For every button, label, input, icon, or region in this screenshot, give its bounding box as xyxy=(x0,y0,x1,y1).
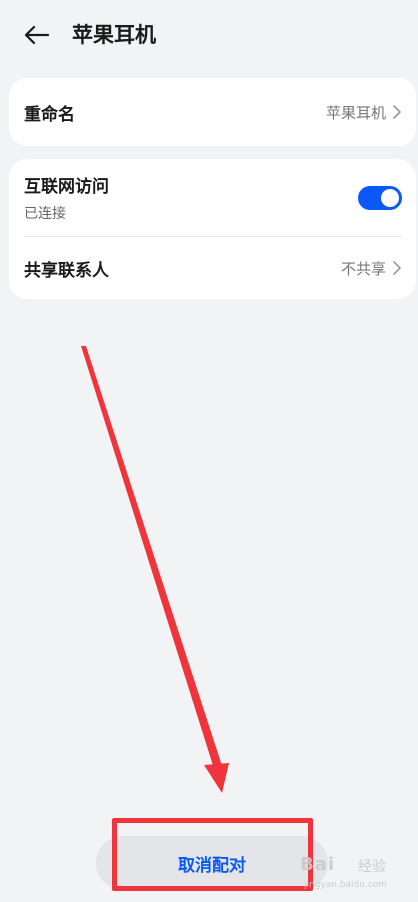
rename-value: 苹果耳机 xyxy=(325,103,386,122)
settings-card: 互联网访问 已连接 共享联系人 不共享 xyxy=(9,159,416,299)
internet-access-toggle[interactable] xyxy=(358,185,402,210)
share-contacts-row[interactable]: 共享联系人 不共享 xyxy=(9,237,416,299)
arrow-left-icon xyxy=(24,25,49,45)
rename-card: 重命名 苹果耳机 xyxy=(9,78,416,146)
unpair-button[interactable]: 取消配对 xyxy=(96,836,328,890)
rename-row[interactable]: 重命名 苹果耳机 xyxy=(9,78,416,146)
device-detail-page: 苹果耳机 重命名 苹果耳机 互联网访问 已连接 共享联系人 不共享 取消配对 B… xyxy=(0,0,418,902)
internet-access-row: 互联网访问 已连接 xyxy=(9,159,416,236)
toggle-knob xyxy=(381,188,399,207)
rename-value-group: 苹果耳机 xyxy=(326,102,402,123)
top-bar: 苹果耳机 xyxy=(0,0,418,70)
share-contacts-value-group: 不共享 xyxy=(341,258,402,279)
internet-access-label: 互联网访问 xyxy=(24,177,109,197)
arrow-shaft xyxy=(81,346,224,775)
chevron-right-icon xyxy=(393,261,401,275)
rename-label: 重命名 xyxy=(24,104,75,125)
back-button[interactable] xyxy=(18,18,54,52)
watermark-text: 经验 xyxy=(358,859,386,875)
page-title: 苹果耳机 xyxy=(72,23,156,47)
share-contacts-label: 共享联系人 xyxy=(24,260,109,281)
chevron-right-icon xyxy=(393,105,401,119)
share-contacts-value: 不共享 xyxy=(340,259,386,278)
arrow-head xyxy=(204,763,229,793)
internet-access-status: 已连接 xyxy=(24,206,66,222)
internet-access-text: 互联网访问 已连接 xyxy=(24,172,109,223)
